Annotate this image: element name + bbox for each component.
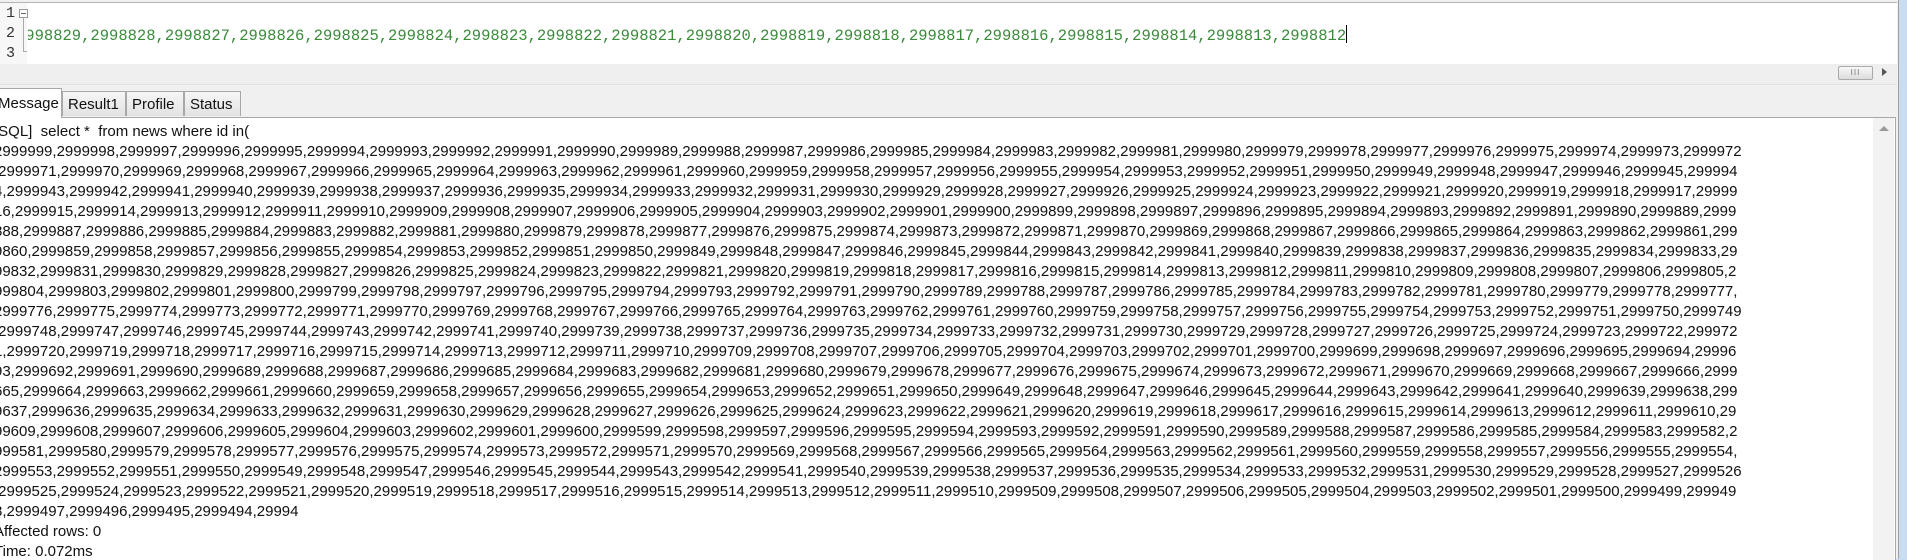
scrollbar-thumb[interactable]: III <box>1838 66 1873 80</box>
tab-status[interactable]: Status <box>184 91 241 116</box>
message-line: 9860,2999859,2999858,2999857,2999856,299… <box>0 243 1738 260</box>
message-line: 93,2999692,2999691,2999690,2999689,29996… <box>0 363 1738 380</box>
fold-guide-end <box>23 51 27 52</box>
message-line: 2999999,2999998,2999997,2999996,2999995,… <box>0 143 1742 160</box>
message-line: 9637,2999636,2999635,2999634,2999633,299… <box>0 403 1737 420</box>
message-line: 2999553,2999552,2999551,2999550,2999549,… <box>0 463 1742 480</box>
message-line: Time: 0.072ms <box>0 543 93 560</box>
vertical-scrollbar[interactable] <box>1873 118 1894 560</box>
message-line: 8,2999497,2999496,2999495,2999494,29994 <box>0 503 299 520</box>
text-cursor <box>1346 25 1348 43</box>
line-number: 3 <box>6 45 16 62</box>
code-line-2[interactable]: 2998829,2998828,2998827,2998826,2998825,… <box>28 25 1897 47</box>
message-text[interactable]: [SQL] select * from news where id in( 299… <box>0 122 1872 560</box>
line-number: 1 <box>6 5 16 22</box>
tab-message[interactable]: Message <box>0 88 62 118</box>
fold-guide <box>23 18 24 51</box>
message-line: Affected rows: 0 <box>0 523 102 540</box>
message-panel: [SQL] select * from news where id in( 299… <box>0 117 1896 560</box>
sql-editor[interactable]: 1 2 3 2998829,2998828,2998827,2998826,29… <box>0 2 1897 65</box>
message-line: 888,2999887,2999886,2999885,2999884,2999… <box>0 223 1738 240</box>
message-line: ,2999971,2999970,2999969,2999968,2999967… <box>0 163 1738 180</box>
message-line: 2999776,2999775,2999774,2999773,2999772,… <box>0 303 1742 320</box>
message-line: 665,2999664,2999663,2999662,2999661,2999… <box>0 383 1738 400</box>
scroll-up-arrow-icon[interactable] <box>1879 126 1889 131</box>
message-line: [SQL] select * from news where id in( <box>0 123 250 140</box>
message-line: 4,2999943,2999942,2999941,2999940,299993… <box>0 183 1738 200</box>
message-line: 16,2999915,2999914,2999913,2999912,29999… <box>0 203 1737 220</box>
message-line: 999581,2999580,2999579,2999578,2999577,2… <box>0 443 1738 460</box>
message-line: 999804,2999803,2999802,2999801,2999800,2… <box>0 283 1738 300</box>
code-text: 2998829,2998828,2998827,2998826,2998825,… <box>28 27 1347 45</box>
scroll-right-arrow-icon[interactable] <box>1882 68 1887 76</box>
message-line: ,2999748,2999747,2999746,2999745,2999744… <box>0 323 1738 340</box>
message-line: 1,2999720,2999719,2999718,2999717,299971… <box>0 343 1737 360</box>
horizontal-scrollbar[interactable]: III <box>0 64 1897 85</box>
message-line: 99609,2999608,2999607,2999606,2999605,29… <box>0 423 1738 440</box>
query-window: 1 2 3 2998829,2998828,2998827,2998826,29… <box>0 0 1899 560</box>
line-number: 2 <box>6 25 16 42</box>
tab-profile[interactable]: Profile <box>126 91 184 116</box>
message-line: ,2999525,2999524,2999523,2999522,2999521… <box>0 483 1737 500</box>
tab-result1[interactable]: Result1 <box>62 91 126 116</box>
line-number-gutter: 1 2 3 <box>0 3 28 65</box>
fold-collapse-icon[interactable] <box>19 9 28 18</box>
message-line: 99832,2999831,2999830,2999829,2999828,29… <box>0 263 1737 280</box>
